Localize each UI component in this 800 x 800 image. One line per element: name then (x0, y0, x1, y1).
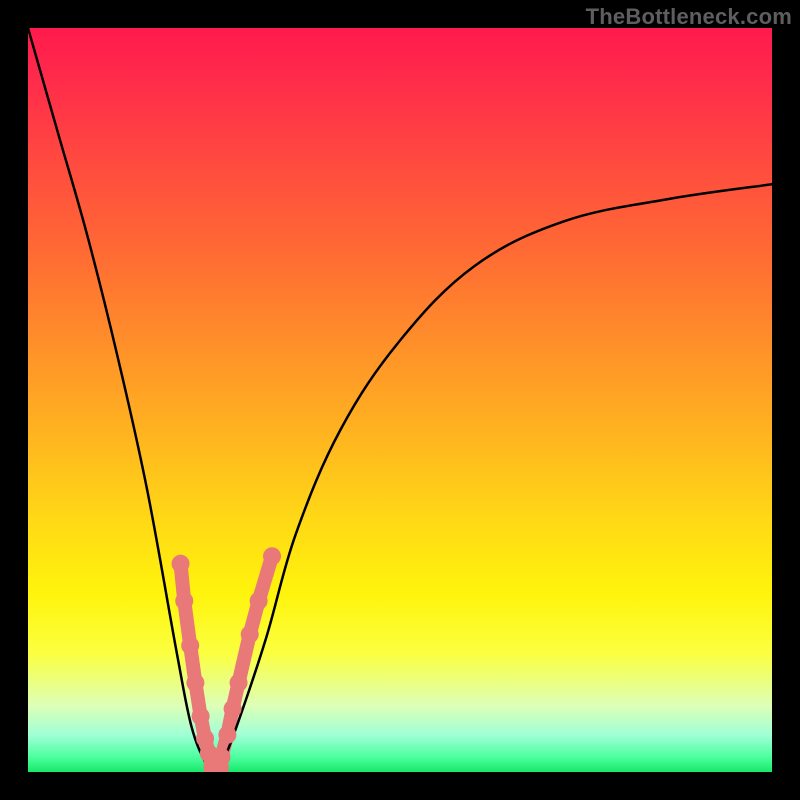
beads-right-bead (224, 700, 242, 718)
beads-right-bead (263, 547, 281, 565)
beads-left-bead (175, 592, 193, 610)
beads-right-bead (250, 592, 268, 610)
curve-layer (28, 28, 772, 772)
beads-left-bead (172, 555, 190, 573)
beads-left-bead (186, 674, 204, 692)
beads-right-bead (218, 726, 236, 744)
beads-right-bead (241, 625, 259, 643)
beads-right-bead (212, 748, 230, 766)
chart-frame: TheBottleneck.com (0, 0, 800, 800)
watermark-label: TheBottleneck.com (586, 4, 792, 30)
beads-right-bead (230, 674, 248, 692)
beads-left-bead (192, 707, 210, 725)
beads-left-bead (181, 637, 199, 655)
bottleneck-curve (28, 28, 772, 772)
plot-area (28, 28, 772, 772)
